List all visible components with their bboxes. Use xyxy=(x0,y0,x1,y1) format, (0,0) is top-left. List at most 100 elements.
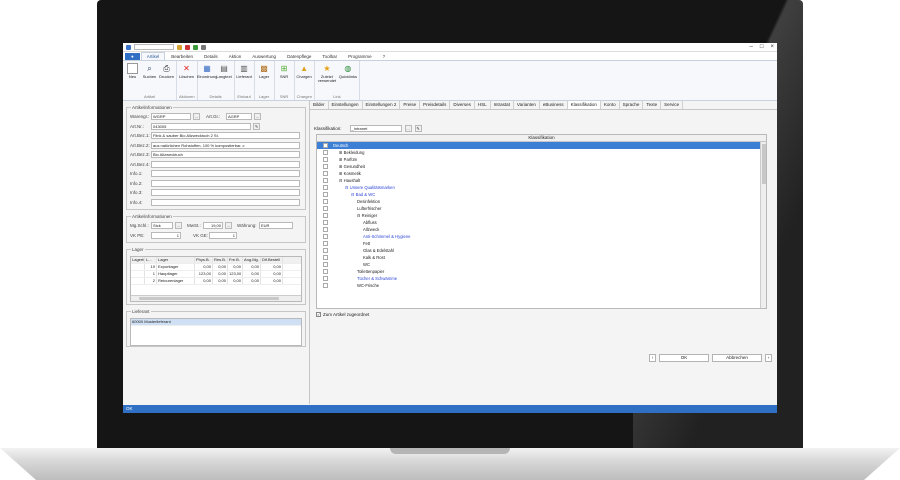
batch-button[interactable]: ▲ Chargen xyxy=(296,62,311,94)
classification-edit-icon[interactable]: ✎ xyxy=(414,124,422,132)
menu-tab-help[interactable]: ? xyxy=(378,53,391,60)
warengr-lookup-button[interactable]: … xyxy=(193,113,200,121)
tree-node-checkbox[interactable] xyxy=(323,192,328,197)
tree-node-checkbox[interactable] xyxy=(323,206,328,211)
delete-button[interactable]: ✕ Löschen xyxy=(179,62,194,94)
detail-tab[interactable]: Preisdetails xyxy=(420,101,451,109)
tree-node-checkbox[interactable] xyxy=(323,143,328,148)
waehrung-select[interactable]: EUR xyxy=(259,222,293,230)
supplier-list[interactable]: 60000 Musterlieferant xyxy=(130,318,302,346)
tree-node-checkbox[interactable] xyxy=(323,178,328,183)
folder-icon[interactable] xyxy=(177,44,182,50)
mg-field[interactable]: Stck xyxy=(151,222,173,230)
description-field[interactable]: Flink & sauber Bio Allzwecktuch 2 St. xyxy=(151,132,300,140)
tree-node[interactable]: Fett xyxy=(317,240,766,247)
classify-button[interactable]: ▦ Einordnung xyxy=(197,62,217,94)
detail-tab[interactable]: Service xyxy=(661,101,684,109)
description-field[interactable] xyxy=(151,179,300,187)
tree-node[interactable]: ⊟ Reiniger xyxy=(317,212,766,219)
table-row[interactable]: 19 Exportlager 0,00 0,00 0,00 0,00 0,00 xyxy=(131,264,301,271)
new-button[interactable]: Neu xyxy=(125,62,140,94)
scrollbar-thumb[interactable] xyxy=(139,297,279,300)
quick-delete-icon[interactable] xyxy=(185,44,190,50)
description-field[interactable]: aus natürlichen Rohstoffen, 100 % kompos… xyxy=(151,141,300,149)
tree-node[interactable]: ⊞ Parfüm xyxy=(317,156,766,163)
artgr-field[interactable]: AGRP xyxy=(226,113,252,121)
detail-tab[interactable]: HSL xyxy=(475,101,491,109)
previous-button[interactable]: ‹ xyxy=(649,354,656,362)
tree-node-checkbox[interactable] xyxy=(323,262,328,267)
search-button[interactable]: ⌕ Suchen xyxy=(142,62,157,94)
column-header[interactable]: L... xyxy=(145,257,157,263)
refresh-icon[interactable] xyxy=(193,44,198,50)
ok-button[interactable]: OK xyxy=(659,354,709,362)
longtext-button[interactable]: ▤ Langtext xyxy=(216,62,231,94)
tree-node-checkbox[interactable] xyxy=(323,220,328,225)
tree-node[interactable]: ⊟ Bad & WC xyxy=(317,191,766,198)
tree-node-checkbox[interactable] xyxy=(323,241,328,246)
cancel-button[interactable]: Abbrechen xyxy=(712,354,762,362)
column-header[interactable]: Dif.Bestell xyxy=(261,257,283,263)
tree-node[interactable]: ⊞ Kosmetik xyxy=(317,170,766,177)
tree-node[interactable]: Glas & Edelstahl xyxy=(317,247,766,254)
serial-button[interactable]: ⊞ SNR xyxy=(277,62,292,94)
description-field[interactable]: Bio Allzwecktuch xyxy=(151,151,300,159)
vkge-field[interactable]: 1 xyxy=(209,231,237,239)
classification-field[interactable]: _Intranet xyxy=(349,124,402,132)
tree-node[interactable]: Lufterfrischer xyxy=(317,205,766,212)
column-header[interactable]: Phys.B. xyxy=(195,257,213,263)
detail-tab[interactable]: Bilder xyxy=(310,101,329,109)
edit-pencil-icon[interactable]: ✎ xyxy=(253,122,260,130)
detail-tab[interactable]: Einstellungen xyxy=(329,101,363,109)
tree-node-checkbox[interactable] xyxy=(323,199,328,204)
menu-tab-artikel[interactable]: Artikel xyxy=(140,52,166,60)
tree-node[interactable]: WC-Frische xyxy=(317,282,766,289)
tree-node-checkbox[interactable] xyxy=(323,171,328,176)
tree-node[interactable]: Deutsch xyxy=(317,142,766,149)
tree-node[interactable]: Abfluss xyxy=(317,219,766,226)
mwst-field[interactable]: 19,00 xyxy=(203,222,223,230)
tree-node[interactable]: WC xyxy=(317,261,766,268)
detail-tab[interactable]: Klassifikation xyxy=(567,101,601,109)
menu-tab-auswertung[interactable]: Auswertung xyxy=(247,53,281,60)
classification-tree[interactable]: Klassifikation Deutsch ⊞ Bekleidung ⊞ Parf… xyxy=(316,134,767,309)
classification-lookup-button[interactable]: … xyxy=(404,124,412,132)
close-icon[interactable]: × xyxy=(770,44,774,50)
tree-node[interactable]: Kalk & Rost xyxy=(317,254,766,261)
detail-tab[interactable]: Einstellungen 2 xyxy=(363,101,401,109)
vkpe-field[interactable]: 1 xyxy=(151,231,181,239)
tree-node-checkbox[interactable] xyxy=(323,255,328,260)
quick-access-icon[interactable] xyxy=(201,44,206,50)
supplier-row[interactable]: 60000 Musterlieferant xyxy=(131,319,301,326)
tree-node[interactable]: Toilettenpapier xyxy=(317,268,766,275)
tree-node-checkbox[interactable] xyxy=(323,283,328,288)
quicklinks-button[interactable]: ◍ Quicklinks xyxy=(339,62,357,94)
mg-lookup-button[interactable]: … xyxy=(175,222,182,230)
artnr-field[interactable]: 043005 xyxy=(151,122,251,130)
tree-node[interactable]: Anti-Schimmel & Hygiene xyxy=(317,233,766,240)
column-header[interactable]: Fre.B. xyxy=(228,257,243,263)
column-header[interactable]: Lager xyxy=(157,257,195,263)
description-field[interactable] xyxy=(151,198,300,206)
detail-tab[interactable]: Varianten xyxy=(514,101,540,109)
warehouse-button[interactable]: ▩ Lager xyxy=(257,62,272,94)
tree-vertical-scrollbar[interactable] xyxy=(760,142,766,308)
detail-tab[interactable]: Preise xyxy=(400,101,421,109)
table-row[interactable]: 1 Hauptlager 123,00 0,00 123,00 0,00 0,00 xyxy=(131,271,301,278)
warengr-field[interactable]: WGRP xyxy=(151,113,191,121)
tree-node-checkbox[interactable] xyxy=(323,213,328,218)
detail-tab[interactable]: Texte xyxy=(643,101,662,109)
tree-node[interactable]: ⊟ Haushalt xyxy=(317,177,766,184)
mwst-lookup-button[interactable]: … xyxy=(225,222,232,230)
menu-tab-bearbeiten[interactable]: Bearbeiten xyxy=(166,53,198,60)
tree-node-checkbox[interactable] xyxy=(323,248,328,253)
quick-search-input[interactable] xyxy=(134,44,174,50)
tree-node-checkbox[interactable] xyxy=(323,234,328,239)
file-menu-button[interactable]: ● xyxy=(125,53,140,60)
menu-tab-datenpflege[interactable]: Datenpflege xyxy=(282,53,316,60)
next-button[interactable]: › xyxy=(765,354,772,362)
stock-horizontal-scrollbar[interactable] xyxy=(131,295,301,301)
tree-node[interactable]: ⊟ Unsere Qualitätsmarken xyxy=(317,184,766,191)
minimize-icon[interactable]: – xyxy=(750,44,753,50)
detail-tab[interactable]: Sprache xyxy=(620,101,644,109)
